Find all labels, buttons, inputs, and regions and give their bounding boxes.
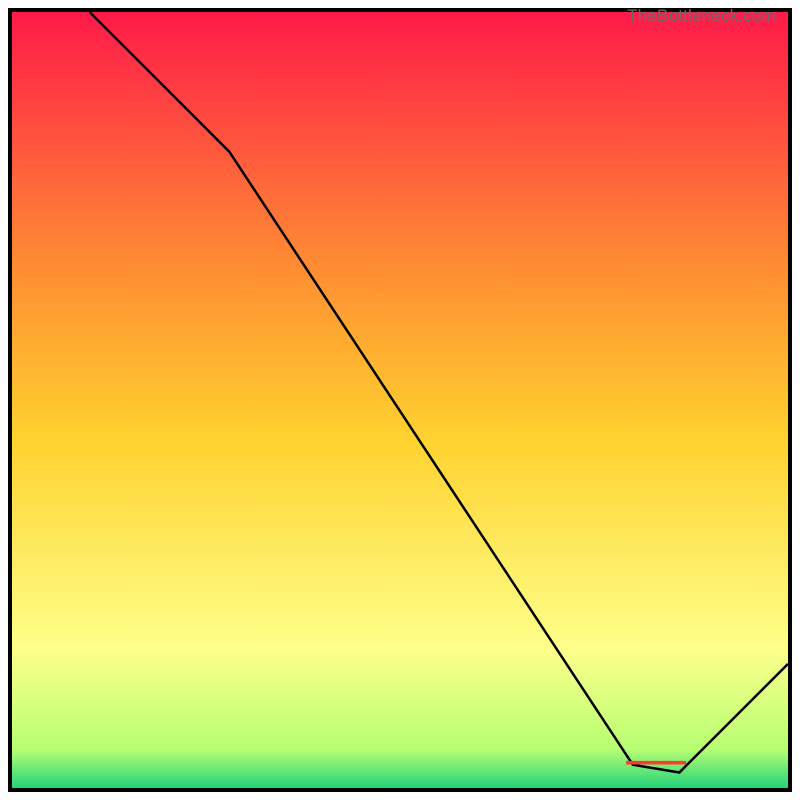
attribution-label: TheBottleneck.com	[627, 6, 776, 26]
chart-svg: ▬▬▬▬▬	[12, 12, 788, 788]
gradient-background	[12, 12, 788, 788]
chart-container: TheBottleneck.com ▬▬▬▬▬	[0, 0, 800, 800]
plot-area: TheBottleneck.com ▬▬▬▬▬	[8, 8, 792, 792]
optimum-marker: ▬▬▬▬▬	[626, 754, 686, 768]
